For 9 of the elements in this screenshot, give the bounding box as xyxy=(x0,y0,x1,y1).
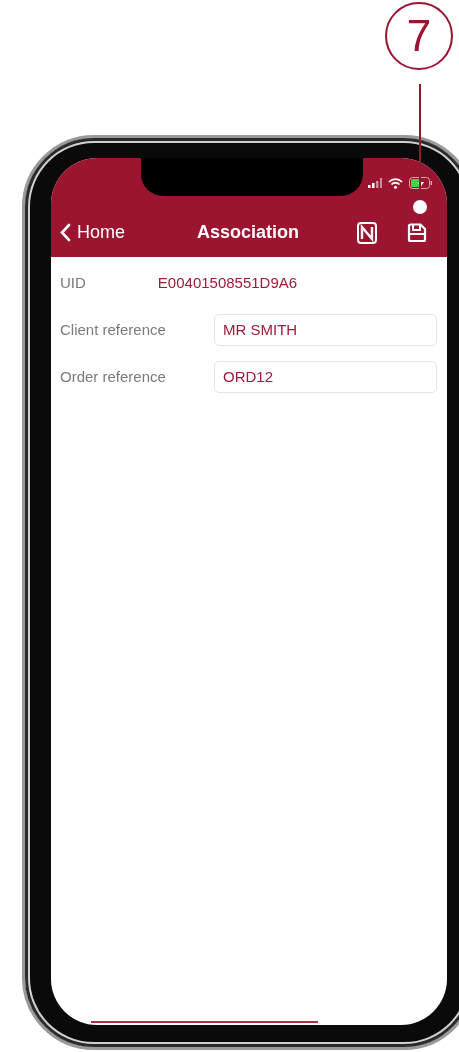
screen-title: Association xyxy=(197,222,299,243)
uid-value: E00401508551D9A6 xyxy=(157,274,298,291)
input-field[interactable]: ORD12 xyxy=(214,360,437,393)
input-field[interactable]: MR SMITH xyxy=(214,313,437,346)
step-number-badge: 7 xyxy=(385,2,453,70)
field-label: Order reference xyxy=(60,368,166,385)
field-label: UID xyxy=(60,274,86,291)
field-label: Client reference xyxy=(60,321,166,338)
back-button[interactable]: Home xyxy=(59,222,125,243)
